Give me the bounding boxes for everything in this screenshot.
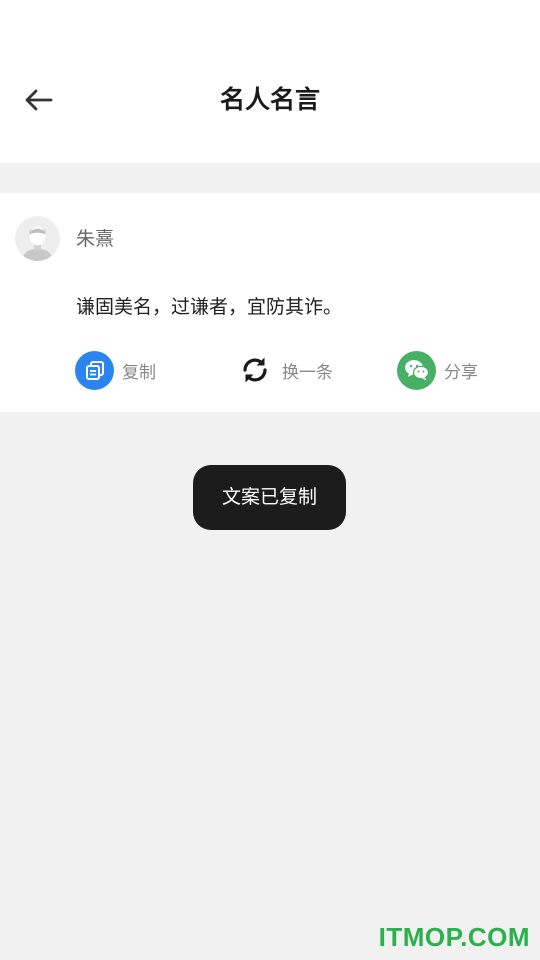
- refresh-icon: [242, 357, 267, 383]
- share-button[interactable]: 分享: [397, 350, 478, 390]
- wechat-icon-circle: [397, 350, 436, 390]
- toast-message: 文案已复制: [193, 465, 346, 530]
- share-label: 分享: [444, 362, 478, 383]
- copy-label: 复制: [122, 362, 156, 383]
- header-bar: 名人名言: [0, 0, 540, 163]
- watermark-logo: ITMOP.COM: [378, 922, 530, 952]
- copy-icon-circle: [75, 350, 114, 390]
- quote-text: 谦固美名，过谦者，宜防其诈。: [76, 296, 343, 318]
- page-title: 名人名言: [219, 85, 320, 114]
- next-quote-button[interactable]: 换一条: [235, 350, 333, 390]
- quote-author: 朱熹: [76, 228, 115, 250]
- next-quote-label: 换一条: [282, 362, 333, 383]
- refresh-icon-wrap: [235, 351, 274, 390]
- page: 名人名言 朱熹 谦固美名，过谦者，宜防其诈。 复制 换一条 分享 文案已复制 I…: [0, 0, 540, 960]
- copy-button[interactable]: 复制: [75, 350, 156, 390]
- copy-icon: [85, 361, 104, 380]
- avatar: [15, 216, 60, 261]
- user-avatar-icon: [15, 216, 60, 261]
- quote-card: 朱熹 谦固美名，过谦者，宜防其诈。 复制 换一条 分享: [0, 193, 540, 412]
- wechat-icon: [404, 360, 429, 381]
